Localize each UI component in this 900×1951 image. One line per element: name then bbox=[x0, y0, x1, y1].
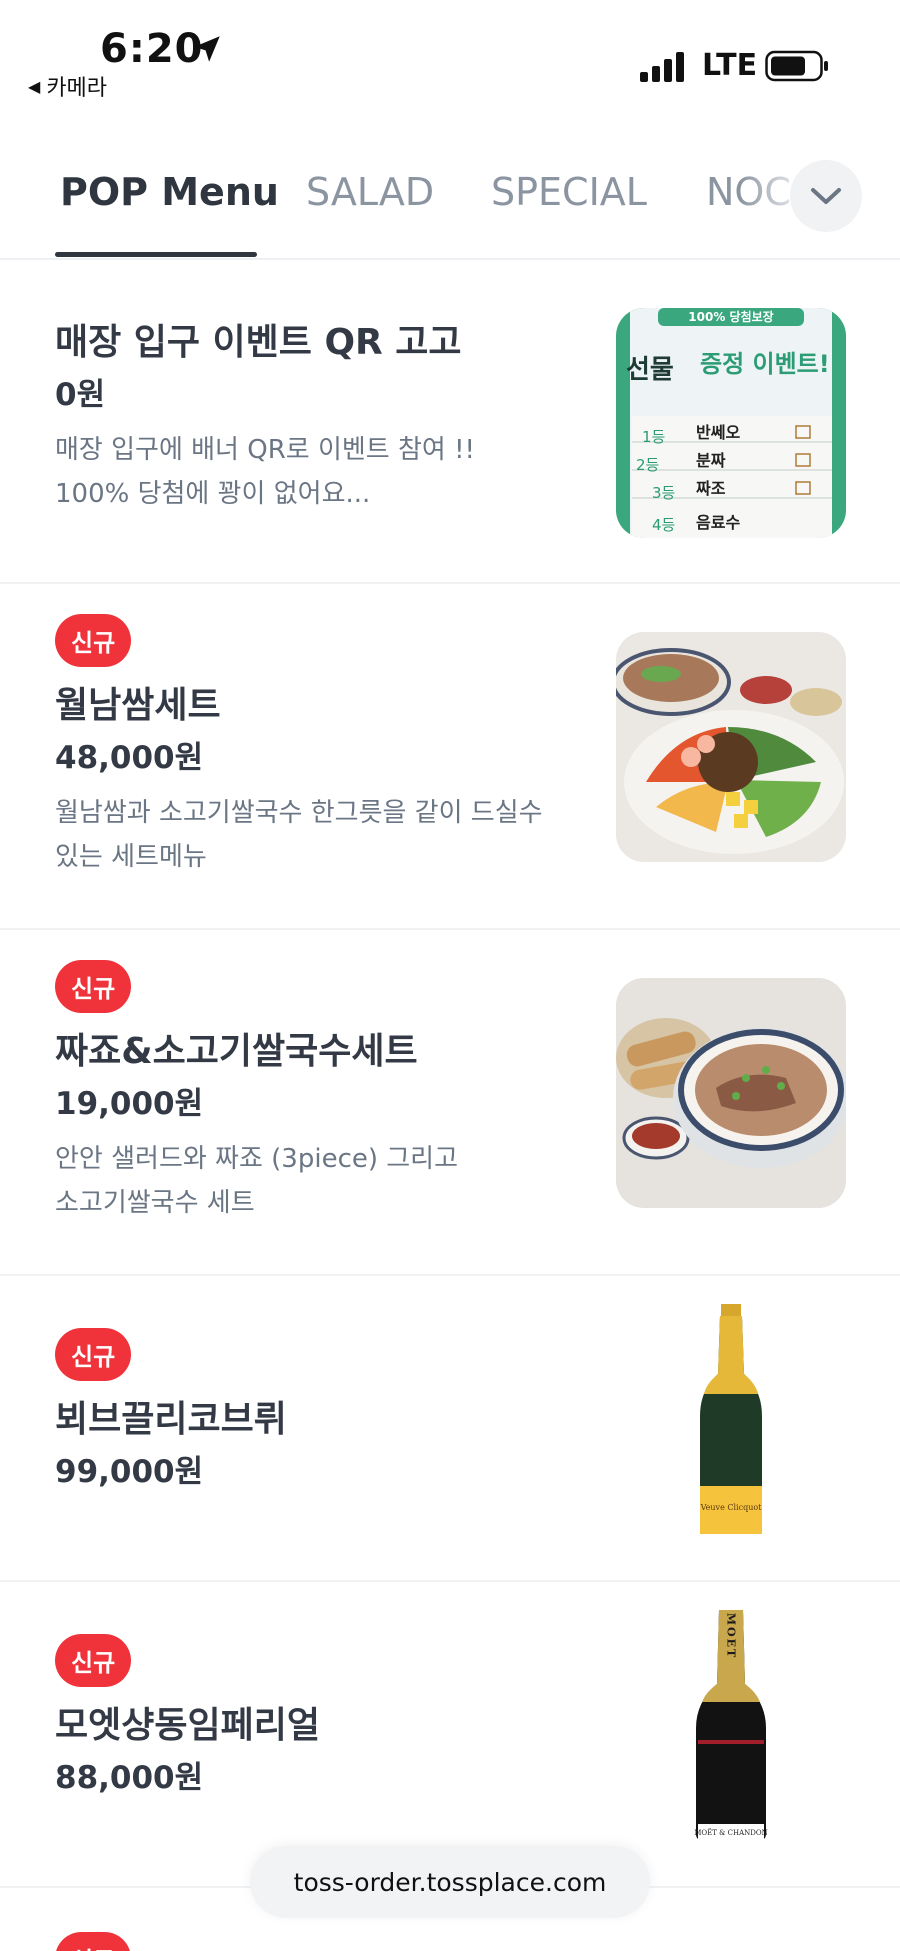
item-price: 19,000원 bbox=[55, 1086, 204, 1122]
champagne-yellow-label-image: Veuve Clicquot bbox=[616, 1304, 846, 1534]
poster-rank-2: 2등 bbox=[636, 456, 660, 474]
menu-item-cha-gio-pho-set[interactable]: 신규 짜죠&소고기쌀국수세트 19,000원 안안 샐러드와 짜죠 (3piec… bbox=[0, 930, 900, 1276]
item-name: 월남쌈세트 bbox=[55, 685, 221, 726]
cellular-signal-icon bbox=[640, 52, 684, 82]
new-badge: 신규 bbox=[55, 960, 132, 1013]
item-info: 신규 뵈브끌리코브뤼 99,000원 bbox=[55, 1328, 575, 1499]
item-info: 신규 짜죠&소고기쌀국수세트 19,000원 안안 샐러드와 짜죠 (3piec… bbox=[55, 960, 575, 1225]
poster-prize-1: 반쎄오 bbox=[696, 423, 740, 442]
poster-title-a: 선물 bbox=[626, 355, 674, 385]
item-info: 신규 모엣샹동임페리얼 88,000원 bbox=[55, 1634, 575, 1805]
tab-special[interactable]: SPECIAL bbox=[491, 170, 647, 214]
poster-rank-1: 1등 bbox=[642, 428, 666, 446]
item-price: 0원 bbox=[55, 377, 106, 413]
item-name: 짜죠&소고기쌀국수세트 bbox=[55, 1031, 418, 1072]
tab-pop-menu[interactable]: POP Menu bbox=[60, 170, 279, 214]
item-description: 월남쌈과 소고기쌀국수 한그릇을 같이 드실수 있는 세트메뉴 bbox=[55, 798, 543, 872]
location-arrow-icon bbox=[194, 36, 220, 62]
item-info: 신규 bbox=[55, 1932, 575, 1951]
battery-icon bbox=[765, 50, 828, 82]
expand-tabs-button[interactable] bbox=[790, 160, 862, 232]
new-badge: 신규 bbox=[55, 1328, 132, 1381]
poster-prize-4: 음료수 bbox=[696, 513, 740, 532]
item-price: 48,000원 bbox=[55, 740, 204, 776]
clock: 6:20 bbox=[100, 26, 204, 72]
poster-prize-2: 분짜 bbox=[696, 451, 726, 470]
tab-salad[interactable]: SALAD bbox=[306, 170, 434, 214]
item-name: 모엣샹동임페리얼 bbox=[55, 1705, 320, 1746]
poster-rank-3: 3등 bbox=[652, 484, 676, 502]
new-badge: 신규 bbox=[55, 1932, 132, 1951]
item-price: 88,000원 bbox=[55, 1760, 204, 1796]
bottle-neck-text: MOET bbox=[725, 1613, 738, 1659]
status-bar: 6:20 ◀ 카메라 LTE bbox=[0, 0, 900, 120]
poster-title-b: 증정 이벤트! bbox=[700, 350, 830, 378]
spring-roll-platter-image bbox=[616, 632, 846, 862]
poster-prize-3: 짜조 bbox=[696, 479, 726, 498]
new-badge: 신규 bbox=[55, 614, 132, 667]
item-description: 안안 샐러드와 짜죠 (3piece) 그리고 소고기쌀국수 세트 bbox=[55, 1144, 459, 1218]
bottle-label-text: MOËT & CHANDON bbox=[694, 1828, 767, 1837]
active-tab-indicator bbox=[55, 252, 257, 257]
item-name: 뵈브끌리코브뤼 bbox=[55, 1399, 287, 1440]
pho-set-image bbox=[616, 978, 846, 1208]
menu-item-moet-imperial[interactable]: 신규 모엣샹동임페리얼 88,000원 MOET MOËT & CHANDON bbox=[0, 1582, 900, 1888]
back-app-label: 카메라 bbox=[46, 76, 108, 101]
new-badge: 신규 bbox=[55, 1634, 132, 1687]
menu-item-veuve-clicquot[interactable]: 신규 뵈브끌리코브뤼 99,000원 Veuve Clicquot bbox=[0, 1276, 900, 1582]
menu-item-event[interactable]: 매장 입구 이벤트 QR 고고 0원 매장 입구에 배너 QR로 이벤트 참여 … bbox=[0, 262, 900, 584]
event-poster-image: 100% 당첨보장 선물 증정 이벤트! 1등 반쎄오 2등 분짜 3등 짜조 … bbox=[616, 308, 846, 538]
menu-list: 매장 입구 이벤트 QR 고고 0원 매장 입구에 배너 QR로 이벤트 참여 … bbox=[0, 262, 900, 1951]
back-triangle-icon: ◀ bbox=[28, 76, 41, 96]
item-description: 매장 입구에 배너 QR로 이벤트 참여 !! 100% 당첨에 꽝이 없어요.… bbox=[55, 435, 475, 509]
item-info: 매장 입구 이벤트 QR 고고 0원 매장 입구에 배너 QR로 이벤트 참여 … bbox=[55, 318, 575, 516]
item-name: 매장 입구 이벤트 QR 고고 bbox=[55, 322, 462, 363]
champagne-black-label-image: MOET MOËT & CHANDON bbox=[616, 1610, 846, 1840]
poster-top-text: 100% 당첨보장 bbox=[688, 309, 773, 324]
menu-item-spring-roll-set[interactable]: 신규 월남쌈세트 48,000원 월남쌈과 소고기쌀국수 한그릇을 같이 드실수… bbox=[0, 584, 900, 930]
network-type: LTE bbox=[702, 48, 758, 83]
category-tabs: POP Menu SALAD SPECIAL NOC bbox=[0, 140, 900, 260]
url-bar[interactable]: toss-order.tossplace.com bbox=[250, 1846, 650, 1918]
chevron-down-icon bbox=[811, 188, 841, 204]
item-price: 99,000원 bbox=[55, 1454, 204, 1490]
back-to-app-link[interactable]: ◀ 카메라 bbox=[28, 70, 107, 102]
screen: 6:20 ◀ 카메라 LTE POP Menu SALAD SPECIAL NO… bbox=[0, 0, 900, 1951]
poster-rank-4: 4등 bbox=[652, 516, 676, 534]
bottle-label-text: Veuve Clicquot bbox=[700, 1503, 763, 1512]
item-info: 신규 월남쌈세트 48,000원 월남쌈과 소고기쌀국수 한그릇을 같이 드실수… bbox=[55, 614, 575, 879]
